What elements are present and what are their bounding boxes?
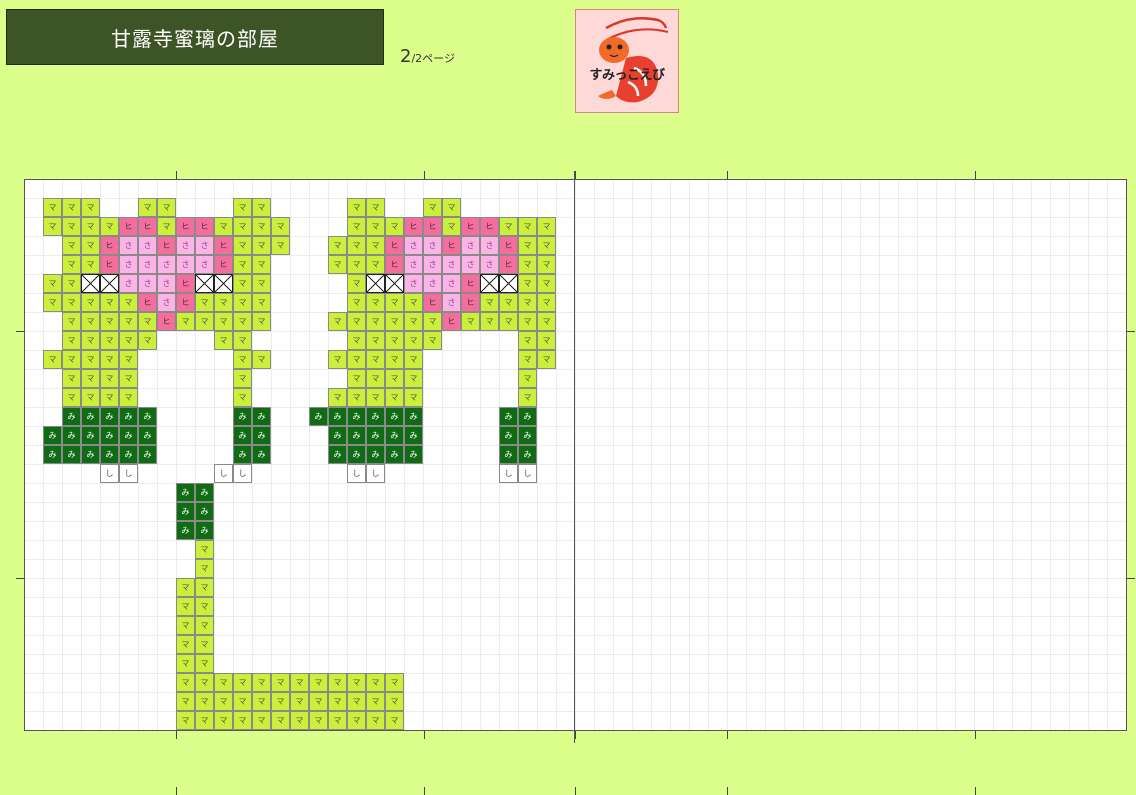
page-current-number: 2: [400, 46, 412, 67]
guide-tick: [16, 578, 24, 579]
guide-tick: [1127, 331, 1135, 332]
page-indicator: 2/2ページ: [400, 46, 455, 67]
guide-tick: [176, 171, 177, 179]
page-divider-line: [574, 171, 575, 743]
guide-tick: [575, 731, 576, 739]
guide-tick: [424, 731, 425, 739]
logo-text: すみっこえび: [589, 68, 665, 83]
pattern-chart-frame: [24, 179, 1127, 731]
shrimp-icon: [598, 17, 669, 103]
guide-tick: [1127, 578, 1135, 579]
site-logo[interactable]: すみっこえび: [575, 9, 679, 113]
guide-tick: [176, 731, 177, 739]
page-title-banner: 甘露寺蜜璃の部屋: [6, 9, 384, 65]
guide-tick: [727, 171, 728, 179]
guide-tick: [975, 171, 976, 179]
guide-tick: [16, 331, 24, 332]
guide-tick: [424, 171, 425, 179]
guide-tick: [975, 731, 976, 739]
page-title: 甘露寺蜜璃の部屋: [111, 26, 279, 51]
guide-tick: [575, 171, 576, 179]
page-total-label: /2ページ: [411, 52, 455, 65]
guide-tick: [727, 731, 728, 739]
